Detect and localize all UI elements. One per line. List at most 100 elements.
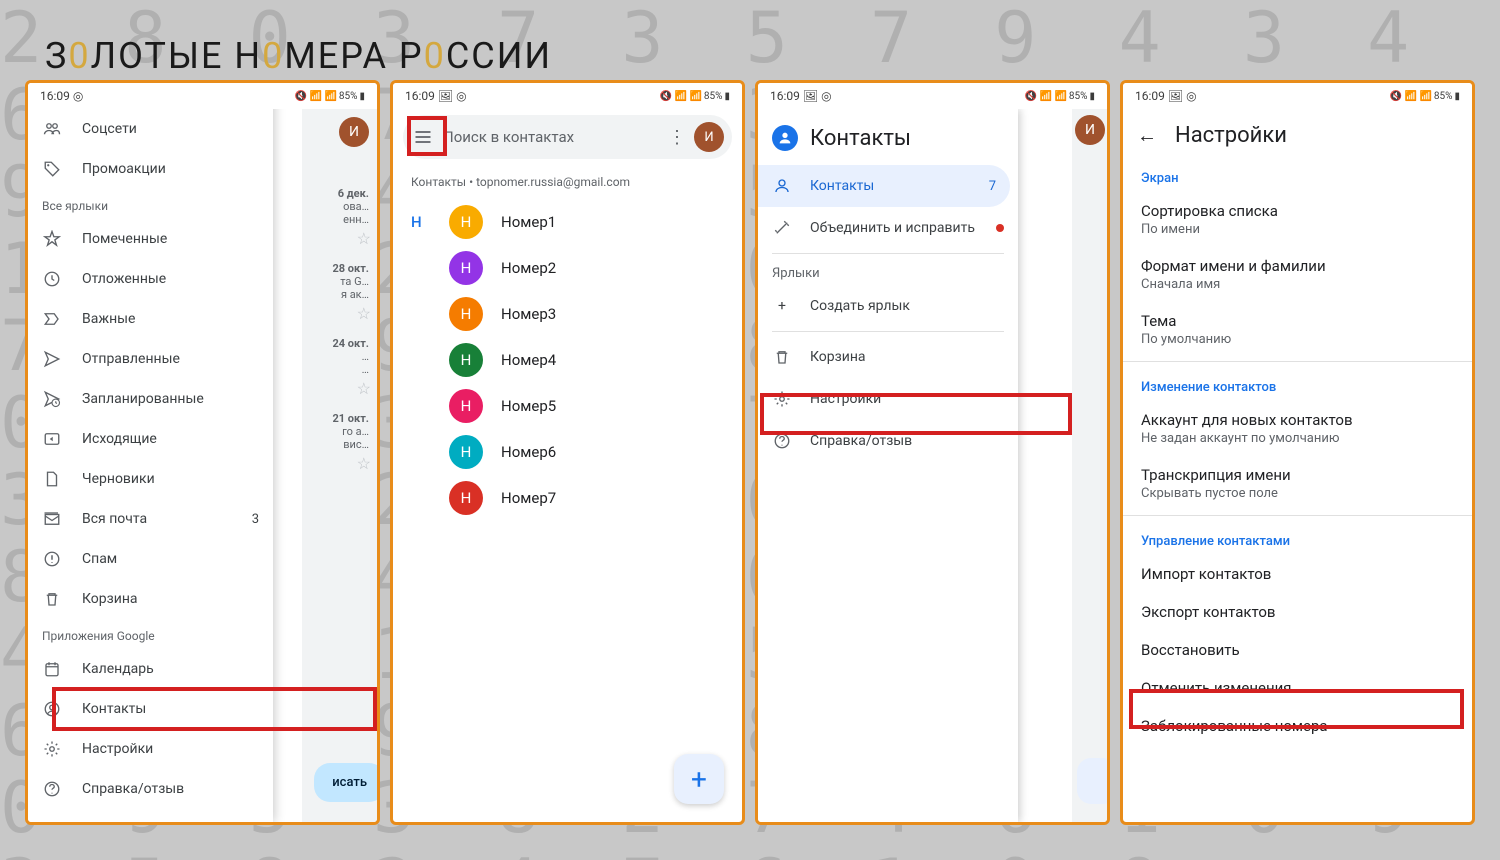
contact-name: Номер5 — [501, 397, 556, 415]
drawer-item-star[interactable]: Помеченные — [28, 219, 273, 259]
status-right: 🔇 📶 📶 85%▮ — [1390, 91, 1460, 102]
settings-item[interactable]: Аккаунт для новых контактовНе задан акка… — [1123, 401, 1472, 456]
drawer-item-person[interactable]: Контакты7 — [758, 165, 1010, 207]
add-contact-fab[interactable]: + — [674, 754, 724, 804]
settings-item-subtitle: По имени — [1141, 222, 1454, 237]
drawer-item-label: Запланированные — [82, 391, 204, 407]
contact-name: Номер4 — [501, 351, 556, 369]
settings-section-header: Экран — [1123, 157, 1472, 192]
mail-date: 24 окт. — [310, 337, 369, 350]
contact-avatar: Н — [449, 205, 483, 239]
drawer-item-file[interactable]: Черновики — [28, 459, 273, 499]
search-bar[interactable]: Поиск в контактах ⋮ И — [403, 115, 732, 159]
contact-row[interactable]: ННомер4 — [393, 337, 742, 383]
hamburger-icon[interactable] — [411, 125, 435, 149]
drawer-item-gear[interactable]: Настройки — [758, 378, 1018, 420]
contact-row[interactable]: НННомер1 — [393, 199, 742, 245]
settings-item-title: Сортировка списка — [1141, 202, 1454, 220]
drawer-item-tag[interactable]: Промоакции — [28, 149, 273, 189]
star-icon[interactable]: ☆ — [357, 379, 371, 398]
back-arrow-icon[interactable]: ← — [1137, 123, 1157, 148]
star-icon[interactable]: ☆ — [357, 454, 371, 473]
settings-item[interactable]: Сортировка списка По имени — [1123, 192, 1472, 247]
drawer-item-trash[interactable]: Корзина — [758, 336, 1018, 378]
drawer-item-label: Корзина — [82, 591, 138, 607]
drawer-item-label: Настройки — [82, 741, 153, 757]
schedule-send-icon — [42, 389, 62, 409]
drawer-item-send[interactable]: Отправленные — [28, 339, 273, 379]
drawer-badge: 7 — [989, 179, 996, 194]
wand-icon — [772, 219, 792, 237]
status-bar: 16:09 🖼 ◎ 🔇 📶 📶 85%▮ — [393, 83, 742, 109]
drawer-item-trash[interactable]: Корзина — [28, 579, 273, 619]
profile-avatar[interactable]: И — [339, 117, 369, 147]
profile-avatar[interactable]: И — [694, 122, 724, 152]
settings-item[interactable]: Заблокированные номера — [1123, 707, 1472, 745]
spam-icon — [42, 549, 62, 569]
contact-row[interactable]: ННомер3 — [393, 291, 742, 337]
drawer-item-label: Помеченные — [82, 231, 167, 247]
settings-item[interactable]: Отменить изменения — [1123, 669, 1472, 707]
contact-row[interactable]: ННомер7 — [393, 475, 742, 521]
contact-row[interactable]: ННомер6 — [393, 429, 742, 475]
contact-name: Номер7 — [501, 489, 556, 507]
tag-icon — [42, 159, 62, 179]
drawer-item-label: Настройки — [810, 391, 881, 407]
drawer-item-schedule-send[interactable]: Запланированные — [28, 379, 273, 419]
mail-row[interactable]: 28 окт.та G…я ак…☆ — [302, 254, 377, 329]
drawer-item-gear[interactable]: Настройки — [28, 729, 273, 769]
trash-icon — [772, 348, 792, 366]
settings-item-title: Транскрипция имени — [1141, 466, 1454, 484]
drawer-item-contacts[interactable]: Контакты — [28, 689, 273, 729]
contact-row[interactable]: ННомер2 — [393, 245, 742, 291]
settings-item[interactable]: Формат имени и фамилииСначала имя — [1123, 247, 1472, 302]
mail-row[interactable]: 24 окт.……☆ — [302, 329, 377, 404]
drawer-item-label: Объединить и исправить — [810, 220, 975, 236]
drawer-item-wand[interactable]: Объединить и исправить — [758, 207, 1018, 249]
drawer-item-clock[interactable]: Отложенные — [28, 259, 273, 299]
fab-partial[interactable] — [1077, 758, 1110, 804]
settings-item[interactable]: Восстановить — [1123, 631, 1472, 669]
drawer-item-spam[interactable]: Спам — [28, 539, 273, 579]
person-icon — [772, 177, 792, 195]
star-icon[interactable]: ☆ — [357, 229, 371, 248]
contacts-logo-icon — [772, 125, 798, 151]
notification-dot — [996, 224, 1004, 232]
drawer-item-label: Отложенные — [82, 271, 166, 287]
create-label-item[interactable]: + Создать ярлык — [758, 285, 1018, 327]
status-right: 🔇 📶 📶 85%▮ — [295, 91, 365, 102]
drawer-item-label: Важные — [82, 311, 135, 327]
star-icon[interactable]: ☆ — [357, 304, 371, 323]
profile-avatar[interactable]: И — [1075, 115, 1105, 145]
index-letter: Н — [411, 213, 431, 231]
drawer-item-label: Спам — [82, 551, 117, 567]
drawer-section-all-labels: Все ярлыки — [28, 189, 273, 219]
settings-header: ← Настройки — [1123, 109, 1472, 157]
drawer-item-group[interactable]: Соцсети — [28, 109, 273, 149]
trash-icon — [42, 589, 62, 609]
settings-item[interactable]: ТемаПо умолчанию — [1123, 302, 1472, 357]
contact-row[interactable]: Н Номер5 — [393, 383, 742, 429]
calendar-icon — [42, 659, 62, 679]
settings-item-title: Заблокированные номера — [1141, 717, 1454, 735]
more-icon[interactable]: ⋮ — [668, 127, 686, 148]
drawer-item-help[interactable]: Справка/отзыв — [28, 769, 273, 809]
drawer-item-help[interactable]: Справка/отзыв — [758, 420, 1018, 462]
drawer-item-all-mail[interactable]: Вся почта3 — [28, 499, 273, 539]
settings-item[interactable]: Импорт контактов — [1123, 555, 1472, 593]
mail-row[interactable]: 6 дек.ова…енн…☆ — [302, 179, 377, 254]
drawer-item-important[interactable]: Важные — [28, 299, 273, 339]
contacts-nav-drawer: Контакты Контакты7Объединить и исправить… — [758, 109, 1018, 822]
contact-avatar: Н — [449, 389, 483, 423]
drawer-item-outbox[interactable]: Исходящие — [28, 419, 273, 459]
settings-item[interactable]: Экспорт контактов — [1123, 593, 1472, 631]
settings-item-subtitle: Скрывать пустое поле — [1141, 486, 1454, 501]
help-icon — [42, 779, 62, 799]
settings-item[interactable]: Транскрипция имени Скрывать пустое поле — [1123, 456, 1472, 511]
compose-button[interactable]: исать — [314, 763, 380, 802]
inbox-strip: И 6 дек.ова…енн…☆28 окт.та G…я ак…☆24 ок… — [302, 109, 377, 822]
mail-row[interactable]: 21 окт.го а…вис…☆ — [302, 404, 377, 479]
drawer-item-calendar[interactable]: Календарь — [28, 649, 273, 689]
status-right: 🔇 📶 📶 85%▮ — [660, 91, 730, 102]
outbox-icon — [42, 429, 62, 449]
